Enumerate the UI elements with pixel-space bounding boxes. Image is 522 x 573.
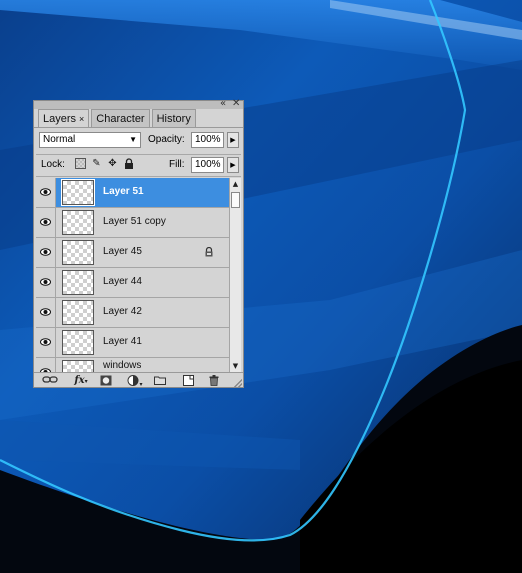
panel-title-bar[interactable]: « ✕ xyxy=(34,98,243,110)
close-panel-button[interactable]: ✕ xyxy=(232,98,240,110)
layer-row[interactable]: Layer 44 xyxy=(36,268,229,298)
layers-scrollbar[interactable]: ▲ ▼ xyxy=(229,178,241,372)
scroll-thumb[interactable] xyxy=(231,192,240,208)
visibility-toggle[interactable] xyxy=(36,238,56,267)
tab-divider xyxy=(34,127,243,128)
layer-name: Layer 51 xyxy=(103,186,144,197)
layers-toolbar: fx▾ ▾ xyxy=(34,372,243,388)
layer-thumbnail xyxy=(62,300,94,325)
layer-name: Layer 42 xyxy=(103,306,142,317)
opacity-input[interactable]: 100% xyxy=(191,132,224,148)
eye-icon xyxy=(40,248,51,256)
scroll-up-icon[interactable]: ▲ xyxy=(230,178,241,190)
new-layer-icon[interactable] xyxy=(182,375,194,386)
trash-icon[interactable] xyxy=(208,375,220,386)
link-layers-icon[interactable] xyxy=(42,375,58,386)
lock-fill-row: Lock: ✎ ✥ Fill: 100% ▶ xyxy=(38,156,241,176)
fill-slider-button[interactable]: ▶ xyxy=(227,157,239,173)
layer-thumbnail xyxy=(62,240,94,265)
lock-position-icon[interactable]: ✥ xyxy=(107,158,118,169)
divider xyxy=(36,154,241,155)
fill-input[interactable]: 100% xyxy=(191,157,224,173)
layers-list: Layer 51 Layer 51 copy Layer 45 Layer 44… xyxy=(36,178,229,372)
visibility-toggle[interactable] xyxy=(36,298,56,327)
scroll-down-icon[interactable]: ▼ xyxy=(230,360,241,372)
blend-mode-value: Normal xyxy=(43,134,76,145)
resize-grip[interactable] xyxy=(234,379,242,387)
visibility-toggle[interactable] xyxy=(36,358,56,372)
visibility-toggle[interactable] xyxy=(36,268,56,297)
opacity-label: Opacity: xyxy=(148,134,185,145)
panel-tabs: Layers × Character History xyxy=(38,109,198,128)
chevron-down-icon: ▼ xyxy=(129,135,137,144)
layer-row[interactable]: Layer 51 xyxy=(36,178,229,208)
visibility-toggle[interactable] xyxy=(36,328,56,357)
eye-icon xyxy=(40,338,51,346)
lock-label: Lock: xyxy=(41,159,65,170)
layer-name: Layer 44 xyxy=(103,276,142,287)
tab-label: Character xyxy=(96,113,145,125)
layer-row[interactable]: Layer 42 xyxy=(36,298,229,328)
layer-thumbnail xyxy=(62,270,94,295)
layer-name: Layer 51 copy xyxy=(103,216,166,227)
fx-icon[interactable]: fx▾ xyxy=(72,375,90,386)
eye-icon xyxy=(40,308,51,316)
adjustment-layer-icon[interactable]: ▾ xyxy=(126,375,144,388)
tab-layers[interactable]: Layers × xyxy=(38,109,90,128)
opacity-slider-button[interactable]: ▶ xyxy=(227,132,239,148)
layer-row[interactable]: windows xyxy=(36,358,229,372)
layer-thumbnail xyxy=(62,330,94,355)
visibility-toggle[interactable] xyxy=(36,178,56,207)
layer-thumbnail xyxy=(62,210,94,235)
layer-row[interactable]: Layer 41 xyxy=(36,328,229,358)
add-mask-icon[interactable] xyxy=(100,375,112,386)
layer-thumbnail xyxy=(61,179,95,206)
eye-icon xyxy=(40,218,51,226)
eye-icon xyxy=(40,188,51,196)
tab-history[interactable]: History xyxy=(151,109,196,127)
lock-transparent-icon[interactable] xyxy=(75,158,86,169)
layers-panel: « ✕ Layers × Character History Normal ▼ O… xyxy=(33,98,244,388)
lock-all-icon[interactable] xyxy=(123,158,134,169)
new-group-icon[interactable] xyxy=(154,375,166,386)
visibility-toggle[interactable] xyxy=(36,208,56,237)
tab-character[interactable]: Character xyxy=(91,109,150,127)
lock-image-icon[interactable]: ✎ xyxy=(91,158,102,169)
layer-row[interactable]: Layer 45 xyxy=(36,238,229,268)
blend-opacity-row: Normal ▼ Opacity: 100% ▶ xyxy=(38,131,241,151)
blend-mode-select[interactable]: Normal ▼ xyxy=(39,132,141,148)
fill-label: Fill: xyxy=(169,159,185,170)
divider xyxy=(36,176,241,177)
eye-icon xyxy=(40,278,51,286)
collapse-panel-button[interactable]: « xyxy=(220,98,226,110)
close-tab-icon[interactable]: × xyxy=(79,114,84,124)
layer-thumbnail xyxy=(62,360,94,372)
tab-label: Layers xyxy=(43,113,77,125)
layer-name: Layer 45 xyxy=(103,246,142,257)
layer-lock-icon xyxy=(205,247,213,257)
layer-name: windows xyxy=(103,360,142,371)
layer-row[interactable]: Layer 51 copy xyxy=(36,208,229,238)
tab-label: History xyxy=(156,113,191,125)
layer-name: Layer 41 xyxy=(103,336,142,347)
